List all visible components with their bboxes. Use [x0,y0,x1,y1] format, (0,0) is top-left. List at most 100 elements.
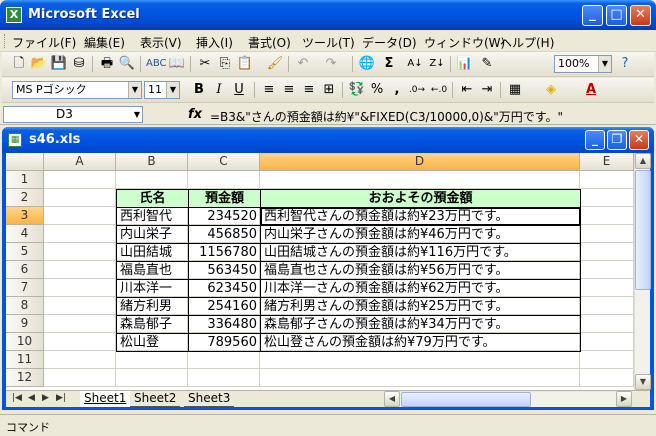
empty-cell[interactable] [188,369,260,387]
row-header-6[interactable]: 6 [6,261,44,279]
print-icon[interactable]: 🖶 [98,55,116,73]
summary-cell[interactable]: 川本洋一さんの預金額は約¥62万円です。 [260,279,581,298]
align-right-icon[interactable]: ≡ [300,81,318,99]
amount-cell[interactable]: 234520 [188,207,261,226]
menu-format[interactable]: 書式(O) [248,34,291,51]
name-cell[interactable]: 西利智代 [116,207,189,226]
row-header-11[interactable]: 11 [6,351,44,369]
empty-cell[interactable] [580,369,634,387]
chart-wizard-icon[interactable]: 📊 [456,55,474,73]
amount-cell[interactable]: 336480 [188,315,261,334]
scroll-down-icon[interactable]: ▼ [635,374,651,390]
cut-icon[interactable]: ✂ [196,55,214,73]
menu-data[interactable]: データ(D) [362,34,417,51]
empty-cell[interactable] [580,189,634,207]
decrease-indent-icon[interactable]: ⇤ [458,81,476,99]
menu-edit[interactable]: 編集(E) [84,34,125,51]
sheet-tab-sheet3[interactable]: Sheet3 [184,391,235,407]
open-folder-icon[interactable]: 📂 [30,55,48,73]
workbook-minimize-button[interactable]: _ [585,130,605,150]
fill-color-icon[interactable]: ◈ [542,81,560,99]
row-header-4[interactable]: 4 [6,225,44,243]
column-header-d[interactable]: D [260,153,580,171]
active-summary-cell[interactable]: 西利智代さんの預金額は約¥23万円です。 [260,207,581,226]
sheet-tab-sheet2[interactable]: Sheet2 [130,391,181,407]
empty-cell[interactable] [44,351,116,369]
empty-cell[interactable] [260,171,580,189]
row-header-10[interactable]: 10 [6,333,44,351]
empty-cell[interactable] [580,225,634,243]
summary-cell[interactable]: 松山登さんの預金額は約¥79万円です。 [260,333,581,352]
merge-center-icon[interactable]: ⊞ [320,81,338,99]
empty-cell[interactable] [44,261,116,279]
new-document-icon[interactable]: 🗋 [10,55,28,73]
empty-cell[interactable] [580,243,634,261]
column-header-b[interactable]: B [116,153,188,171]
sheet-tab-sheet1[interactable]: Sheet1 [80,391,131,407]
redo-icon[interactable]: ↷ [322,55,340,73]
empty-cell[interactable] [580,279,634,297]
summary-cell[interactable]: 内山栄子さんの預金額は約¥46万円です。 [260,225,581,244]
empty-cell[interactable] [44,207,116,225]
row-header-12[interactable]: 12 [6,369,44,387]
name-cell[interactable]: 松山登 [116,333,189,352]
vertical-scroll-thumb[interactable] [635,170,651,290]
menu-file[interactable]: ファイル(F) [12,34,76,51]
empty-cell[interactable] [580,351,634,369]
scroll-up-icon[interactable]: ▲ [635,153,651,169]
scroll-left-icon[interactable]: ◀ [384,391,400,407]
currency-icon[interactable]: 💱 [348,81,366,99]
menu-insert[interactable]: 挿入(I) [196,34,233,51]
format-painter-icon[interactable]: 🖌 [266,55,284,73]
menu-tools[interactable]: ツール(T) [302,34,355,51]
hyperlink-icon[interactable]: 🌐 [358,55,376,73]
font-size-select[interactable]: 11 ▼ [144,81,180,99]
prev-sheet-icon[interactable]: ◀ [28,393,35,403]
close-button[interactable]: ✕ [630,5,651,26]
empty-cell[interactable] [44,369,116,387]
workbook-close-button[interactable]: ✕ [629,130,649,150]
font-color-icon[interactable]: A [582,81,600,99]
summary-cell[interactable]: 緒方利男さんの預金額は約¥25万円です。 [260,297,581,316]
empty-cell[interactable] [188,351,260,369]
empty-cell[interactable] [580,171,634,189]
empty-cell[interactable] [44,315,116,333]
empty-cell[interactable] [44,171,116,189]
empty-cell[interactable] [44,243,116,261]
empty-cell[interactable] [580,315,634,333]
empty-cell[interactable] [44,333,116,351]
vertical-scrollbar[interactable]: ▲ ▼ [634,153,651,390]
scroll-right-icon[interactable]: ▶ [616,391,632,407]
insert-function-icon[interactable]: fx [188,107,202,122]
empty-cell[interactable] [580,297,634,315]
amount-cell[interactable]: 563450 [188,261,261,280]
empty-cell[interactable] [580,207,634,225]
column-header-a[interactable]: A [44,153,116,171]
print-preview-icon[interactable]: 🔍 [118,55,136,73]
header-cell-amount[interactable]: 預金額 [188,189,261,208]
permission-icon[interactable]: ⛁ [70,55,88,73]
last-sheet-icon[interactable]: ▶| [56,393,66,403]
paste-icon[interactable]: 📋 [236,55,254,73]
column-header-e[interactable]: E [580,153,634,171]
autosum-icon[interactable]: Σ [380,55,398,73]
borders-icon[interactable]: ▦ [506,81,524,99]
font-name-select[interactable]: MS Pゴシック ▼ [12,81,142,99]
increase-indent-icon[interactable]: ⇥ [478,81,496,99]
header-cell-name[interactable]: 氏名 [116,189,189,208]
help-icon[interactable]: ? [616,55,634,73]
sort-ascending-icon[interactable]: A↓ [406,55,424,73]
name-cell[interactable]: 福島直也 [116,261,189,280]
select-all-corner[interactable] [6,153,44,171]
empty-cell[interactable] [260,351,580,369]
horizontal-scroll-thumb[interactable] [401,392,531,407]
zoom-select[interactable]: 100% ▼ [554,55,612,73]
menu-view[interactable]: 表示(V) [140,34,182,51]
next-sheet-icon[interactable]: ▶ [42,393,49,403]
summary-cell[interactable]: 森島郁子さんの預金額は約¥34万円です。 [260,315,581,334]
empty-cell[interactable] [116,369,188,387]
sort-descending-icon[interactable]: Z↓ [428,55,446,73]
minimize-button[interactable]: _ [582,5,603,26]
empty-cell[interactable] [44,279,116,297]
amount-cell[interactable]: 254160 [188,297,261,316]
